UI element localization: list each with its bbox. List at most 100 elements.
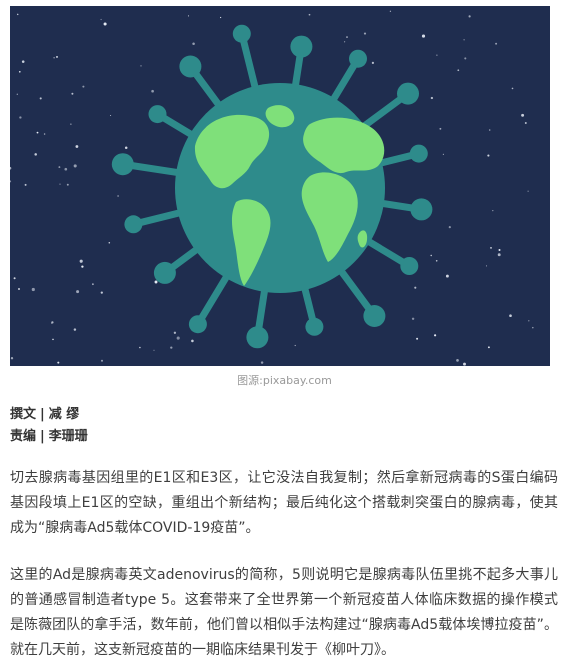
star: [92, 283, 94, 286]
star: [509, 314, 512, 318]
star: [100, 291, 103, 294]
star: [71, 92, 74, 95]
star: [58, 166, 61, 169]
virus-spike-tip: [179, 55, 202, 78]
star: [75, 145, 79, 148]
star: [151, 89, 154, 93]
virus-spike-tip: [400, 257, 419, 275]
star: [371, 61, 375, 65]
star: [527, 190, 529, 192]
star: [487, 154, 490, 157]
star: [43, 133, 46, 135]
star: [442, 153, 444, 155]
star: [73, 164, 77, 168]
virus-spike-tip: [232, 24, 251, 43]
star: [463, 362, 466, 366]
star: [39, 97, 42, 100]
article-paragraph-2: 这里的Ad是腺病毒英文adenovirus的简称，5则说明它是腺病毒队伍里挑不起…: [10, 567, 558, 658]
star: [436, 54, 438, 56]
star: [411, 317, 415, 321]
star: [464, 57, 467, 60]
star: [51, 322, 53, 324]
star: [79, 259, 83, 263]
star: [219, 16, 222, 19]
star: [73, 328, 77, 331]
star: [103, 22, 107, 26]
star: [192, 42, 195, 45]
star: [511, 87, 514, 90]
star: [117, 195, 119, 197]
star: [498, 249, 501, 251]
virus-spike-tip: [246, 326, 269, 349]
star: [66, 183, 69, 186]
star: [52, 338, 54, 341]
virus-spike-tip: [363, 305, 386, 327]
star: [81, 265, 84, 268]
star: [110, 114, 112, 117]
star: [363, 32, 367, 35]
star: [173, 331, 177, 334]
author-name: 减 缪: [48, 407, 80, 422]
globe-virus-illustration: [10, 10, 534, 366]
editor-line: 责编 | 李珊珊: [10, 426, 88, 448]
star: [24, 183, 27, 186]
star: [101, 359, 103, 362]
star: [100, 18, 102, 21]
star: [31, 287, 35, 292]
star: [76, 290, 80, 294]
star: [439, 127, 442, 130]
star: [53, 57, 55, 59]
star: [176, 336, 180, 340]
star: [532, 326, 534, 329]
star: [10, 357, 14, 360]
virus-spike-tip: [305, 317, 324, 336]
star: [16, 93, 18, 95]
star: [13, 277, 16, 280]
star: [524, 122, 527, 124]
star: [154, 280, 158, 284]
star: [19, 116, 22, 119]
star: [34, 153, 37, 156]
virus-spike-tip: [410, 198, 433, 221]
virus-spike-tip: [290, 35, 313, 58]
byline: 撰文 | 减 缪 责编 | 李珊珊: [10, 404, 88, 448]
virus-spike-tip: [111, 153, 134, 176]
star: [82, 85, 85, 88]
virus-spike-tip: [349, 49, 367, 68]
star: [435, 260, 438, 262]
star: [430, 254, 432, 257]
star: [495, 42, 498, 45]
star: [10, 180, 12, 183]
star: [70, 123, 72, 125]
star: [488, 129, 491, 131]
hero-image: [10, 6, 550, 366]
virus-spike-tip: [409, 144, 428, 163]
article-paragraph-1: 切去腺病毒基因组里的E1区和E3区，让它没法自我复制；然后拿新冠病毒的S蛋白编码…: [10, 470, 558, 536]
star: [434, 334, 437, 337]
star: [430, 96, 434, 100]
star: [18, 288, 20, 290]
star: [153, 349, 155, 351]
star: [487, 346, 490, 349]
editor-name: 李珊珊: [48, 429, 88, 444]
star: [485, 265, 488, 267]
editor-label: 责编: [10, 429, 37, 444]
star: [456, 359, 459, 362]
star: [170, 346, 173, 349]
star: [36, 131, 39, 134]
star: [108, 241, 111, 244]
star: [448, 226, 451, 229]
virus-spike-tip: [188, 315, 207, 334]
star: [346, 36, 348, 39]
star: [421, 34, 426, 38]
virus-spike-tip: [153, 261, 176, 284]
virus-spike-tip: [397, 82, 419, 105]
star: [416, 337, 419, 340]
star: [389, 10, 392, 12]
author-label: 撰文: [10, 407, 37, 422]
image-caption: 图源:pixabay.com: [237, 374, 332, 387]
star: [187, 15, 190, 17]
star: [64, 167, 68, 171]
star: [18, 70, 21, 73]
star: [294, 344, 296, 347]
